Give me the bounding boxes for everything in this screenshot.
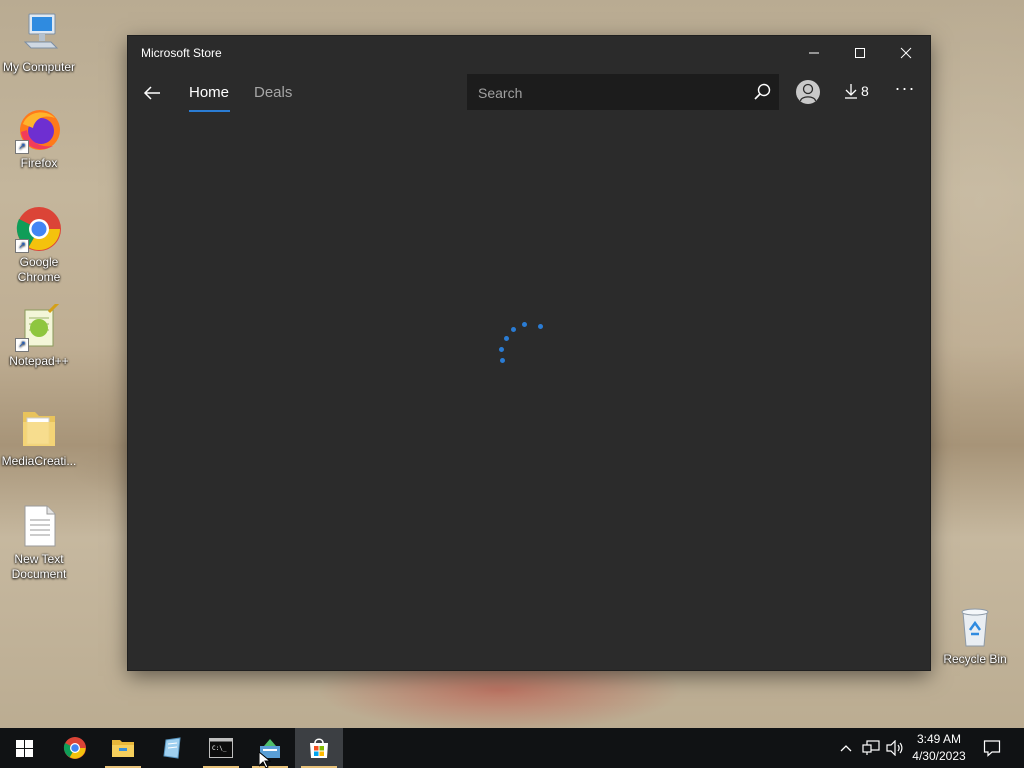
store-icon (310, 738, 328, 758)
active-tab-indicator (189, 110, 230, 112)
show-hidden-icons-button[interactable] (836, 728, 856, 768)
window-title: Microsoft Store (141, 46, 222, 60)
folder-icon (112, 740, 134, 757)
mouse-cursor-icon (259, 752, 271, 768)
taskbar-app-chrome[interactable] (51, 728, 99, 768)
microsoft-store-window: Microsoft Store Home Deals Search 8 ··· (128, 36, 930, 670)
volume-button[interactable] (884, 728, 906, 768)
taskbar-app-command-prompt[interactable]: C:\_ (197, 728, 245, 768)
firefox-icon: ↗ (15, 106, 63, 154)
search-box (467, 74, 779, 112)
shortcut-arrow-icon: ↗ (15, 140, 29, 154)
windows-start-icon (15, 739, 33, 757)
downloads-count: 8 (861, 83, 869, 99)
more-options-button[interactable]: ··· (890, 78, 920, 102)
notepadpp-icon: ↗ (15, 300, 63, 352)
chrome-icon (63, 737, 86, 759)
clock[interactable]: 3:49 AM 4/30/2023 (905, 731, 973, 765)
tab-deals[interactable]: Deals (254, 84, 292, 101)
desktop-icon-new-text-document[interactable]: New Text Document (0, 502, 78, 582)
close-icon (900, 47, 912, 59)
computer-icon (15, 10, 63, 58)
notification-icon (983, 740, 1001, 757)
download-icon (845, 84, 857, 99)
maximize-icon (855, 48, 865, 58)
chevron-up-icon (840, 745, 852, 752)
back-arrow-icon (143, 86, 160, 100)
taskbar: C:\_ 3:49 AM 4/30/2023 (0, 728, 1024, 768)
desktop-icon-label: Notepad++ (9, 354, 69, 368)
chrome-icon: ↗ (15, 205, 63, 253)
desktop-icon-label: MediaCreati... (1, 454, 77, 468)
start-button[interactable] (0, 728, 48, 768)
terminal-icon: C:\_ (209, 738, 233, 758)
window-titlebar[interactable]: Microsoft Store (128, 36, 930, 72)
desktop-icon-notepadpp[interactable]: ↗ Notepad++ (0, 300, 78, 369)
folder-icon (15, 404, 63, 452)
account-button[interactable] (796, 80, 820, 104)
clock-time: 3:49 AM (916, 732, 962, 746)
loading-spinner-icon (498, 322, 548, 374)
desktop-icon-label: Recycle Bin (943, 652, 1007, 666)
desktop-icon-firefox[interactable]: ↗ Firefox (0, 106, 78, 171)
desktop-icon-label: Google Chrome (17, 255, 61, 284)
search-input[interactable] (467, 74, 750, 112)
tab-home[interactable]: Home (189, 84, 229, 101)
taskbar-app-microsoft-store[interactable] (295, 728, 343, 768)
taskbar-app-pinned[interactable] (148, 728, 196, 768)
maximize-button[interactable] (837, 36, 883, 70)
clock-date: 4/30/2023 (912, 749, 966, 763)
svg-text:C:\_: C:\_ (212, 745, 227, 752)
user-icon (799, 83, 817, 102)
desktop-icon-mediacreation-folder[interactable]: MediaCreati... (0, 404, 78, 469)
taskbar-app-file-explorer[interactable] (99, 728, 147, 768)
volume-icon (886, 740, 903, 756)
desktop-icon-label: New Text Document (11, 552, 67, 581)
recycle-bin-icon (951, 602, 999, 650)
network-button[interactable] (860, 728, 882, 768)
desktop-icon-chrome[interactable]: ↗ Google Chrome (0, 205, 78, 285)
action-center-button[interactable] (978, 728, 1006, 768)
desktop-icon-label: Firefox (20, 156, 58, 170)
back-button[interactable] (140, 80, 166, 106)
minimize-icon (809, 52, 819, 54)
shortcut-arrow-icon: ↗ (15, 338, 29, 352)
desktop-icon-label: My Computer (2, 60, 76, 74)
minimize-button[interactable] (791, 36, 837, 70)
network-icon (862, 740, 880, 755)
search-icon[interactable] (753, 83, 771, 101)
desktop-icon-recycle-bin[interactable]: Recycle Bin (936, 602, 1014, 667)
text-document-icon (15, 502, 63, 550)
downloads-button[interactable]: 8 (844, 83, 869, 99)
close-button[interactable] (883, 36, 929, 70)
desktop-icon-my-computer[interactable]: My Computer (0, 10, 78, 75)
app-icon (163, 737, 181, 759)
shortcut-arrow-icon: ↗ (15, 239, 29, 253)
